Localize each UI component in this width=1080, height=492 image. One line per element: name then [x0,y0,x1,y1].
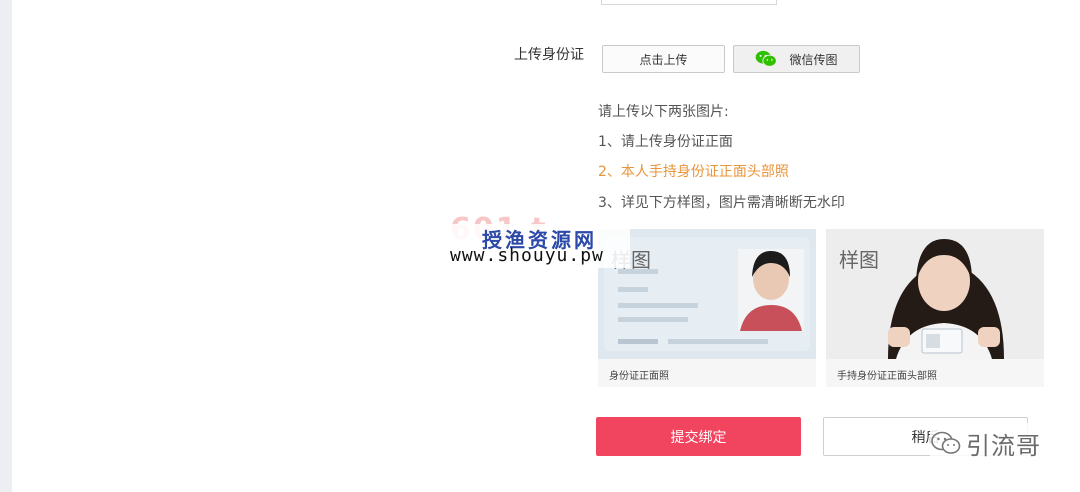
sample-card-id-front: 样图 身份证正面照 [598,229,816,387]
account-name: 引流哥 [966,431,1041,460]
wechat-official-account-icon [931,431,961,454]
sample-title-2: 样图 [839,248,879,272]
instruction-heading: 请上传以下两张图片: [598,104,729,120]
instruction-item-3: 3、详见下方样图，图片需清晰断无水印 [598,195,845,211]
previous-field-input[interactable] [601,0,777,5]
instruction-item-2: 2、本人手持身份证正面头部照 [598,164,789,180]
submit-bind-label: 提交绑定 [670,429,727,446]
wechat-upload-button[interactable]: 微信传图 [733,45,860,73]
upload-id-label: 上传身份证 [514,47,584,63]
submit-bind-button[interactable]: 提交绑定 [596,417,801,456]
sample-caption-2: 手持身份证正面头部照 [837,371,937,382]
sample-card-handheld-id: 样图 手持身份证正面头部照 [826,229,1044,387]
instruction-item-1: 1、请上传身份证正面 [598,134,733,150]
account-badge: 引流哥 [930,423,1047,463]
wechat-icon [756,50,778,67]
left-sidebar-edge [0,0,12,492]
wechat-upload-label: 微信传图 [789,52,838,67]
click-upload-button[interactable]: 点击上传 [602,45,725,73]
watermark-site-url: www.shouyu.pw [450,245,604,266]
click-upload-label: 点击上传 [639,52,688,67]
sample-caption-1: 身份证正面照 [609,371,669,382]
